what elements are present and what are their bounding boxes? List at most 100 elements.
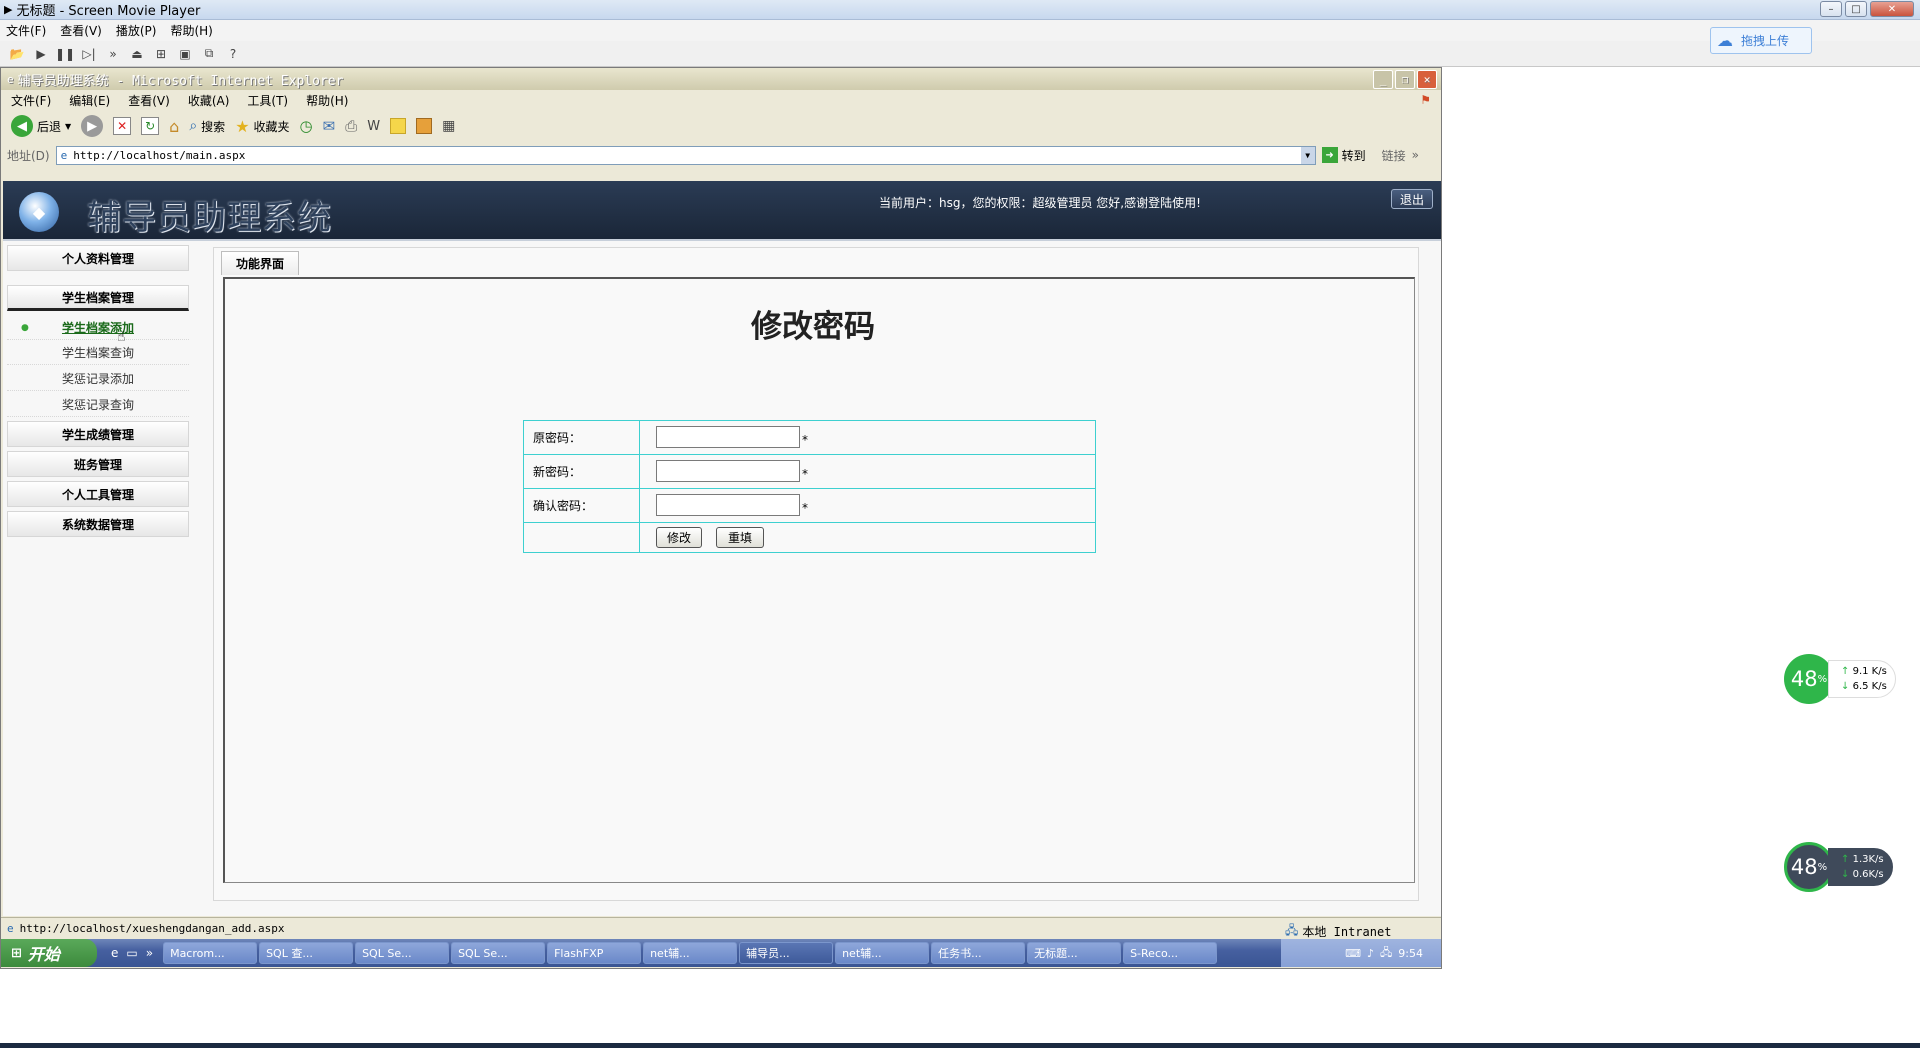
- mail-icon[interactable]: ✉: [323, 117, 336, 135]
- ie-menu-help[interactable]: 帮助(H): [306, 92, 348, 109]
- task-net-folder[interactable]: net辅...: [643, 942, 738, 964]
- ie-menu-favorites[interactable]: 收藏(A): [188, 92, 230, 109]
- form-actions-row: 修改 重填: [524, 523, 1095, 553]
- sidebar-group-student-records[interactable]: 学生档案管理: [7, 285, 189, 311]
- open-icon[interactable]: 📂: [8, 46, 26, 62]
- meter-info: ↑ 9.1 K/s ↓ 6.5 K/s: [1828, 660, 1896, 698]
- confirm-password-input[interactable]: [656, 494, 800, 516]
- step-icon[interactable]: ▷|: [80, 46, 98, 62]
- net-speed-meter[interactable]: 48% ↑ 9.1 K/s ↓ 6.5 K/s: [1784, 654, 1896, 704]
- site-banner: ◆ 辅导员助理系统 当前用户：hsg，您的权限：超级管理员 您好,感谢登陆使用!…: [3, 181, 1441, 241]
- tab-function-ui[interactable]: 功能界面: [221, 251, 300, 275]
- task-net-vs[interactable]: net辅...: [835, 942, 930, 964]
- links-label[interactable]: 链接: [1382, 147, 1406, 164]
- reset-button[interactable]: 重填: [716, 527, 764, 548]
- ie-restore-button[interactable]: ❐: [1395, 70, 1415, 89]
- sidebar-group-profile[interactable]: 个人资料管理: [7, 245, 189, 271]
- ie-title-bar: e 辅导员助理系统 - Microsoft Internet Explorer …: [1, 68, 1441, 90]
- eject-icon[interactable]: ⏏: [128, 46, 146, 62]
- player-menu-file[interactable]: 文件(F): [6, 22, 46, 39]
- player-minimize-button[interactable]: –: [1820, 1, 1842, 17]
- sidebar-item-student-record-query[interactable]: 学生档案查询: [7, 341, 189, 365]
- pause-icon[interactable]: ❚❚: [55, 46, 75, 62]
- history-icon[interactable]: ◷: [300, 117, 313, 135]
- task-sql-server-1[interactable]: SQL Se...: [355, 942, 450, 964]
- download-speed: 6.5 K/s: [1852, 681, 1887, 692]
- ie-menu-edit[interactable]: 编辑(E): [69, 92, 110, 109]
- go-button[interactable]: ➜ 转到: [1321, 147, 1366, 164]
- search-button[interactable]: ⌕ 搜索: [189, 118, 225, 135]
- network-icon[interactable]: 🖧: [1380, 944, 1392, 963]
- player-close-button[interactable]: ✕: [1870, 1, 1914, 17]
- sidebar-group-personal-tools[interactable]: 个人工具管理: [7, 481, 189, 507]
- sidebar-item-reward-record-add[interactable]: 奖惩记录添加: [7, 367, 189, 391]
- fit-window-icon[interactable]: ⊞: [152, 46, 170, 62]
- address-input[interactable]: e http://localhost/main.aspx ▼: [55, 145, 1316, 165]
- window-size-icon[interactable]: ⧉: [200, 46, 218, 62]
- hand-cursor-icon: ☝: [117, 329, 126, 345]
- links-chevron-icon[interactable]: »: [1412, 148, 1419, 162]
- upload-button[interactable]: ☁ 拖拽上传: [1710, 27, 1812, 54]
- web-page: ◆ 辅导员助理系统 当前用户：hsg，您的权限：超级管理员 您好,感谢登陆使用!…: [3, 181, 1441, 916]
- required-mark: *: [802, 467, 808, 481]
- task-untitled-player[interactable]: 无标题...: [1027, 942, 1122, 964]
- system-tray: ⌨ ♪ 🖧 9:54: [1281, 939, 1441, 967]
- form-title: 修改密码: [751, 309, 875, 345]
- player-menu-play[interactable]: 播放(P): [116, 22, 157, 39]
- fast-forward-icon[interactable]: »: [104, 46, 122, 62]
- main-panel: [223, 277, 1415, 883]
- keyboard-icon[interactable]: ⌨: [1345, 947, 1361, 960]
- ie-minimize-button[interactable]: _: [1373, 70, 1393, 89]
- forward-button[interactable]: ▶: [81, 115, 104, 137]
- ie-menu-file[interactable]: 文件(F): [11, 92, 51, 109]
- new-password-input[interactable]: [656, 460, 800, 482]
- back-button[interactable]: ◀ 后退 ▼: [11, 115, 71, 137]
- stop-icon[interactable]: ✕: [113, 117, 132, 135]
- address-url: http://localhost/main.aspx: [73, 148, 246, 162]
- home-icon[interactable]: ⌂: [169, 117, 179, 136]
- help-icon[interactable]: ?: [224, 46, 242, 62]
- media-icon[interactable]: ▦: [442, 118, 455, 134]
- ie-menu-tools[interactable]: 工具(T): [247, 92, 288, 109]
- sidebar-item-reward-record-query[interactable]: 奖惩记录查询: [7, 393, 189, 417]
- sidebar: 个人资料管理 学生档案管理 ● 学生档案添加 学生档案查询 奖惩记录添加 奖惩记…: [7, 245, 189, 911]
- sidebar-group-system-data[interactable]: 系统数据管理: [7, 511, 189, 537]
- task-counselor-ie[interactable]: 辅导员...: [739, 942, 834, 964]
- task-sql-server-2[interactable]: SQL Se...: [451, 942, 546, 964]
- refresh-icon[interactable]: ↻: [141, 117, 160, 135]
- sidebar-group-grades[interactable]: 学生成绩管理: [7, 421, 189, 447]
- task-s-recorder[interactable]: S-Reco...: [1123, 942, 1218, 964]
- volume-icon[interactable]: ♪: [1367, 947, 1374, 960]
- quicklaunch-more-icon[interactable]: »: [146, 946, 153, 960]
- player-maximize-button[interactable]: □: [1845, 1, 1867, 17]
- required-mark: *: [802, 501, 808, 515]
- ie-menu-view[interactable]: 查看(V): [128, 92, 170, 109]
- old-password-input[interactable]: [656, 426, 800, 448]
- submit-button[interactable]: 修改: [656, 527, 702, 548]
- favorites-button[interactable]: ★ 收藏夹: [235, 117, 289, 136]
- task-macromedia[interactable]: Macrom...: [163, 942, 258, 964]
- sidebar-group-class-affairs[interactable]: 班务管理: [7, 451, 189, 477]
- print-icon[interactable]: ⎙: [345, 117, 357, 135]
- task-flashfxp[interactable]: FlashFXP: [547, 942, 642, 964]
- address-dropdown-icon[interactable]: ▼: [1300, 146, 1315, 164]
- task-word-doc[interactable]: 任务书...: [931, 942, 1026, 964]
- play-icon[interactable]: ▶: [32, 46, 50, 62]
- note-icon[interactable]: [390, 118, 407, 134]
- task-sql-query[interactable]: SQL 查...: [259, 942, 354, 964]
- fullscreen-icon[interactable]: ▣: [176, 46, 194, 62]
- edit-icon[interactable]: W: [367, 119, 380, 134]
- quicklaunch-desktop-icon[interactable]: ▭: [126, 946, 137, 960]
- clock[interactable]: 9:54: [1398, 947, 1423, 960]
- sidebar-item-student-record-add[interactable]: ● 学生档案添加: [7, 316, 189, 340]
- start-button[interactable]: ⊞ 开始: [1, 939, 97, 967]
- book-icon[interactable]: [416, 118, 433, 134]
- logout-button[interactable]: 退出: [1391, 189, 1433, 209]
- quicklaunch-ie-icon[interactable]: e: [111, 946, 118, 960]
- xp-taskbar: ⊞ 开始 e ▭ » Macrom... SQL 查... SQL Se... …: [1, 939, 1441, 967]
- ie-close-button[interactable]: ✕: [1417, 70, 1437, 89]
- player-menu-help[interactable]: 帮助(H): [170, 22, 212, 39]
- player-menu-view[interactable]: 查看(V): [60, 22, 102, 39]
- back-arrow-icon: ◀: [11, 115, 33, 137]
- net-speed-meter-dark[interactable]: 48% ↑ 1.3K/s ↓ 0.6K/s: [1784, 842, 1893, 892]
